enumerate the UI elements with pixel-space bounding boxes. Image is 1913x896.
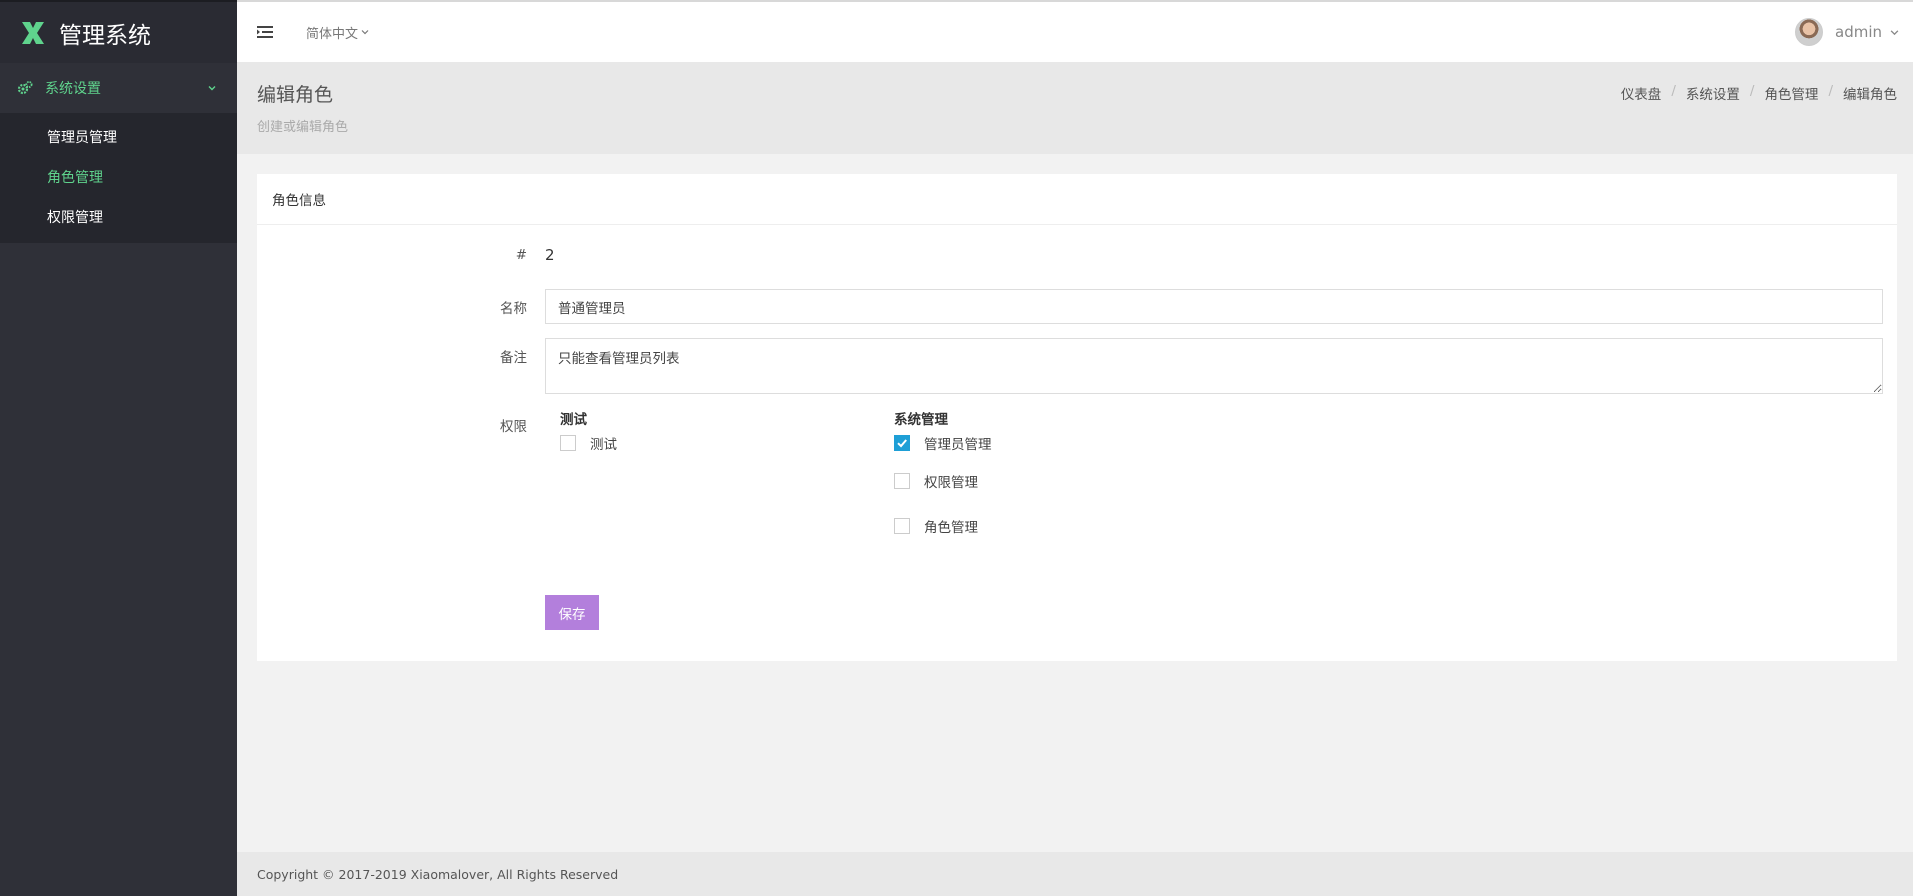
- id-value: 2: [545, 246, 555, 264]
- breadcrumb-item-role-management[interactable]: 角色管理: [1764, 83, 1818, 103]
- remark-textarea[interactable]: 只能查看管理员列表: [545, 338, 1883, 394]
- brand[interactable]: 管理系统: [0, 0, 237, 63]
- checkbox[interactable]: [560, 435, 576, 451]
- name-label: 名称: [500, 301, 527, 317]
- checkbox[interactable]: [894, 517, 910, 534]
- perm-group-system-management: 系统管理 管理员管理 权限管理 角色管理: [894, 408, 992, 548]
- perm-item-label: 角色管理: [924, 519, 978, 536]
- brand-title: 管理系统: [59, 22, 151, 49]
- perm-item-role-management[interactable]: 角色管理: [894, 503, 992, 548]
- chevron-down-icon: [361, 30, 369, 35]
- chevron-down-icon: [208, 86, 216, 91]
- breadcrumb-separator: /: [1749, 83, 1755, 99]
- gears-icon: [17, 81, 33, 95]
- checkbox-checked[interactable]: [894, 435, 910, 451]
- save-button[interactable]: 保存: [545, 595, 599, 630]
- menu-head-label: 系统设置: [45, 81, 101, 97]
- avatar: [1795, 18, 1823, 46]
- language-label: 简体中文: [306, 26, 359, 42]
- footer: Copyright © 2017-2019 Xiaomalover, All R…: [237, 852, 1913, 896]
- name-input[interactable]: 普通管理员: [545, 289, 1883, 324]
- perm-item-label: 管理员管理: [924, 437, 992, 453]
- sidebar-item-label: 角色管理: [47, 170, 103, 186]
- username: admin: [1835, 23, 1882, 41]
- sidebar-item-permission-management[interactable]: 权限管理: [0, 197, 237, 237]
- menu-head-system-settings[interactable]: 系统设置: [0, 63, 237, 113]
- perm-item-label: 权限管理: [924, 474, 978, 491]
- page-header: 编辑角色 创建或编辑角色 仪表盘 / 系统设置 / 角色管理 / 编辑角色: [237, 62, 1913, 154]
- topbar: 简体中文 admin: [237, 0, 1913, 62]
- page-subtitle: 创建或编辑角色: [257, 120, 349, 135]
- perm-group-test: 测试 测试: [560, 408, 617, 458]
- checkmark-icon: [897, 439, 907, 448]
- breadcrumb-item-dashboard[interactable]: 仪表盘: [1621, 83, 1662, 103]
- sidebar-item-admin-management[interactable]: 管理员管理: [0, 117, 237, 157]
- breadcrumb-separator: /: [1671, 83, 1676, 99]
- breadcrumb-item-edit-role: 编辑角色: [1843, 87, 1897, 103]
- breadcrumb: 仪表盘 / 系统设置 / 角色管理 / 编辑角色: [1621, 83, 1897, 103]
- menu-group-system-settings: 系统设置 管理员管理 角色管理 权限管理: [0, 63, 237, 243]
- menu-toggle-icon[interactable]: [257, 25, 273, 39]
- perm-item-admin-management[interactable]: 管理员管理: [894, 428, 992, 458]
- perm-item-label: 测试: [590, 437, 617, 453]
- checkbox[interactable]: [894, 472, 910, 489]
- chevron-down-icon: [1890, 29, 1899, 35]
- breadcrumb-separator: /: [1828, 83, 1833, 99]
- permissions-label: 权限: [500, 419, 527, 435]
- submenu: 管理员管理 角色管理 权限管理: [0, 113, 237, 243]
- sidebar-item-role-management[interactable]: 角色管理: [0, 157, 237, 197]
- card-title: 角色信息: [257, 174, 1897, 225]
- language-selector[interactable]: 简体中文: [306, 23, 369, 42]
- breadcrumb-item-system-settings[interactable]: 系统设置: [1686, 83, 1740, 103]
- remark-label: 备注: [500, 350, 527, 366]
- user-menu[interactable]: admin: [1795, 18, 1899, 46]
- logo-x-icon: [22, 21, 44, 44]
- copyright-text: Copyright © 2017-2019 Xiaomalover, All R…: [257, 866, 619, 882]
- sidebar: 管理系统 系统设置 管理员管理 角色管理 权限管理: [0, 0, 237, 896]
- perm-item-permission-management[interactable]: 权限管理: [894, 458, 992, 503]
- sidebar-item-label: 权限管理: [47, 210, 103, 226]
- perm-group-title: 系统管理: [894, 412, 948, 428]
- perm-item-test[interactable]: 测试: [560, 428, 617, 458]
- id-label: #: [515, 247, 527, 263]
- sidebar-item-label: 管理员管理: [47, 130, 117, 146]
- page-title: 编辑角色: [257, 84, 334, 106]
- perm-group-title: 测试: [560, 412, 587, 428]
- role-info-card: 角色信息 # 2 名称 普通管理员 备注 只能查看管理员列表 权限 测试 测试 …: [257, 174, 1897, 661]
